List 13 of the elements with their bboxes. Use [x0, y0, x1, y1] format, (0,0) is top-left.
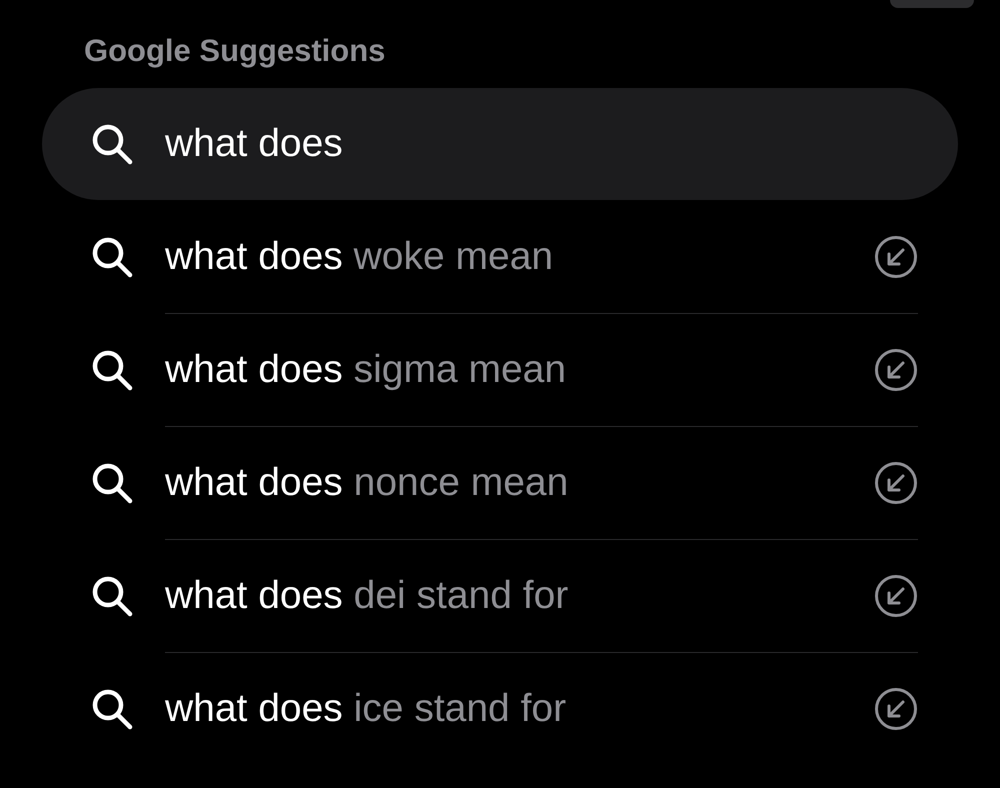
section-title: Google Suggestions	[84, 32, 386, 70]
suggestion-item[interactable]: what does nonce mean	[165, 461, 568, 505]
search-icon	[91, 236, 133, 278]
search-icon	[91, 462, 133, 504]
suggestion-item[interactable]: what does woke mean	[165, 234, 554, 278]
suggestion-item[interactable]: what does ice stand for	[165, 687, 566, 731]
search-field[interactable]: what does	[42, 88, 958, 200]
search-icon	[91, 574, 133, 616]
search-icon	[91, 123, 133, 165]
suggestion-item[interactable]: what does dei stand for	[165, 574, 568, 618]
search-icon	[91, 348, 133, 390]
suggestion-item[interactable]: what does sigma mean	[165, 348, 566, 392]
search-icon	[91, 688, 133, 730]
